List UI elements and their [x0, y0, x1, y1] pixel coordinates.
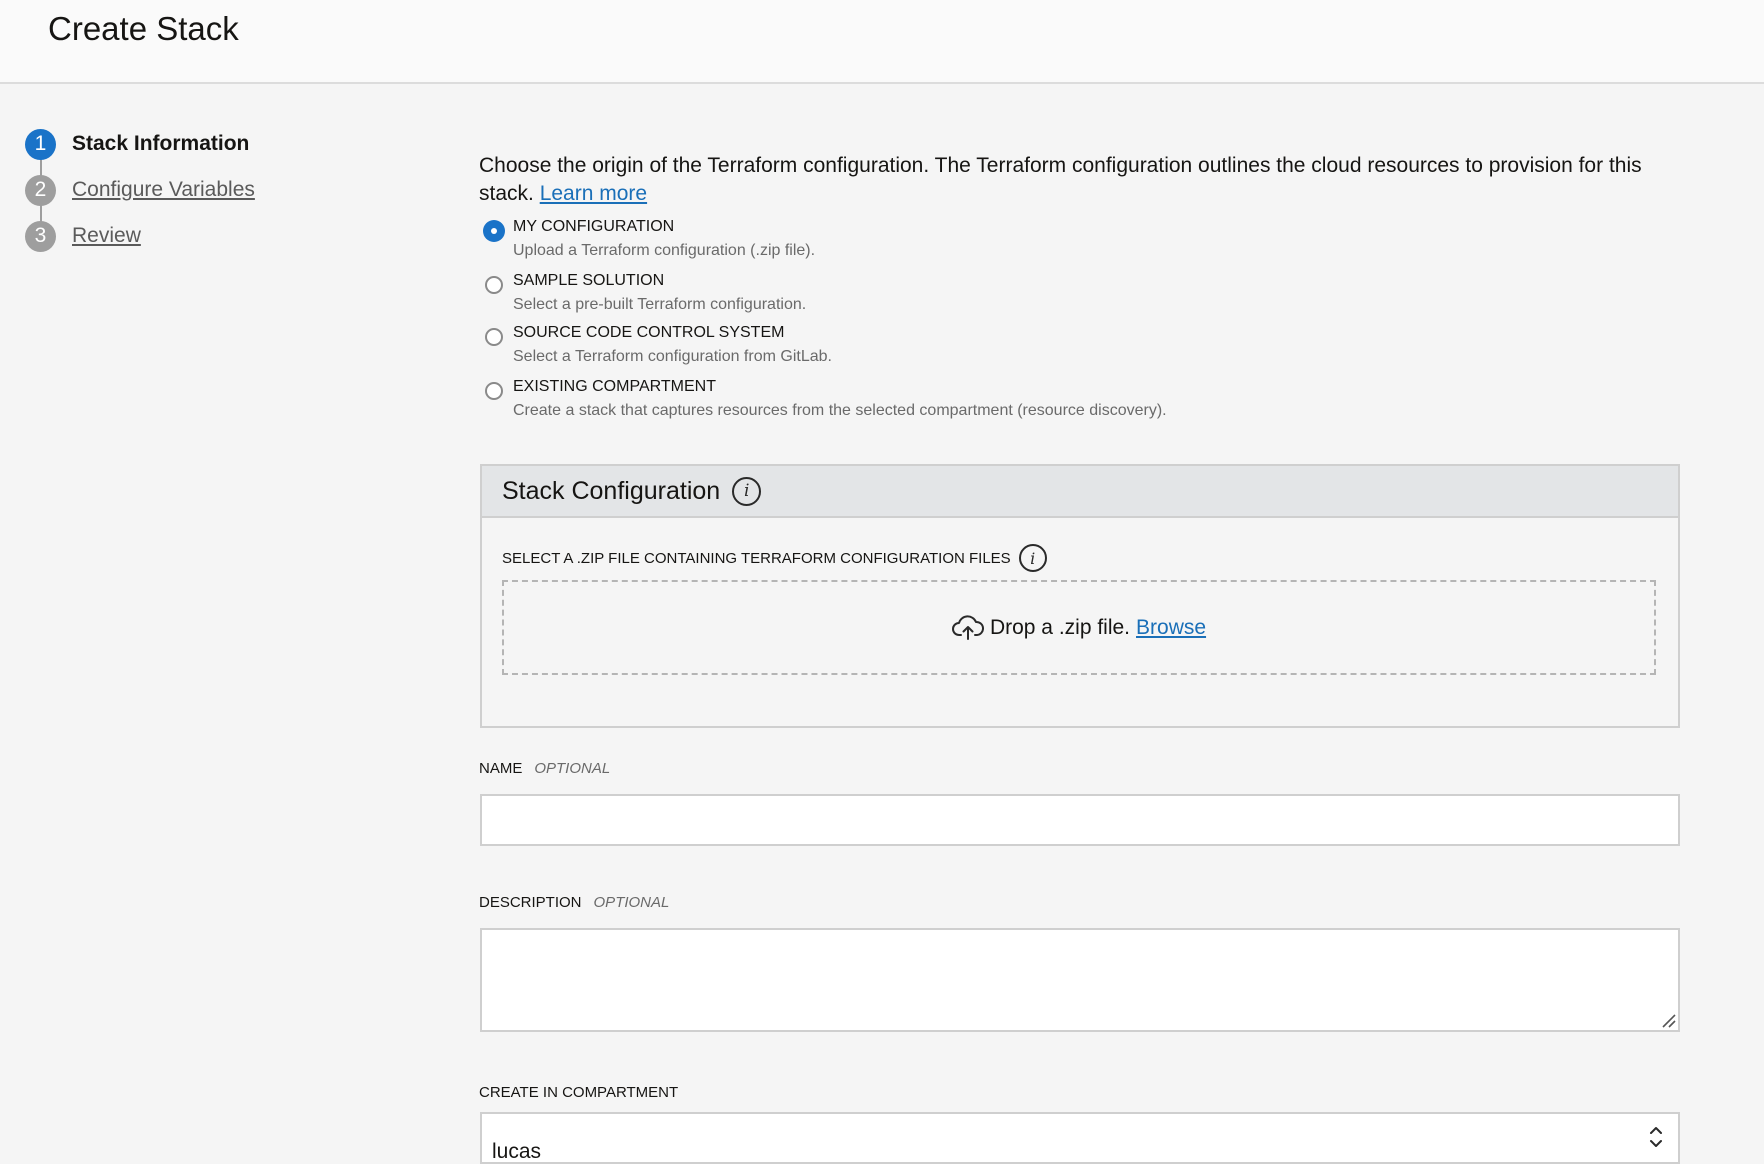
option-title: SAMPLE SOLUTION	[513, 272, 665, 289]
page-title: Create Stack	[48, 10, 239, 47]
optional-tag: OPTIONAL	[534, 760, 611, 777]
option-description: Select a Terraform configuration from Gi…	[513, 348, 832, 365]
option-description: Select a pre-built Terraform configurati…	[513, 296, 807, 313]
step-number-3: 3	[25, 220, 56, 252]
step-number-2: 2	[25, 174, 56, 206]
description-textarea[interactable]	[480, 928, 1680, 1032]
main-content: Choose the origin of the Terraform confi…	[479, 152, 1680, 1164]
radio-button[interactable]	[485, 276, 503, 294]
intro-text: Choose the origin of the Terraform confi…	[479, 152, 1679, 208]
info-icon[interactable]: i	[732, 476, 762, 506]
step-stack-information[interactable]: 1 Stack Information	[25, 128, 249, 160]
page-header: Create Stack	[0, 0, 1764, 84]
zip-label-text: SELECT A .ZIP FILE CONTAINING TERRAFORM …	[502, 549, 1011, 567]
panel-header: Stack Configuration i	[482, 466, 1678, 518]
zip-dropzone[interactable]: Drop a .zip file. Browse	[502, 580, 1656, 675]
option-title: SOURCE CODE CONTROL SYSTEM	[513, 324, 785, 341]
option-title: MY CONFIGURATION	[513, 218, 675, 235]
radio-button[interactable]	[485, 328, 503, 346]
resize-handle-icon[interactable]	[1660, 1012, 1676, 1028]
compartment-label: CREATE IN COMPARTMENT	[479, 1084, 679, 1101]
step-label[interactable]: Configure Variables	[72, 178, 255, 202]
zip-file-label: SELECT A .ZIP FILE CONTAINING TERRAFORM …	[502, 544, 1047, 572]
cloud-upload-icon	[951, 614, 984, 640]
optional-tag: OPTIONAL	[593, 894, 670, 911]
name-label: NAME OPTIONAL	[479, 760, 610, 777]
panel-title: Stack Configuration	[502, 476, 721, 505]
compartment-select[interactable]: lucas	[480, 1112, 1680, 1164]
chevron-up-down-icon	[1650, 1127, 1662, 1147]
step-number-1: 1	[25, 128, 56, 160]
description-label-text: DESCRIPTION	[479, 894, 582, 911]
radio-button[interactable]	[483, 220, 505, 242]
browse-link[interactable]: Browse	[1136, 616, 1206, 640]
radio-button[interactable]	[485, 382, 503, 400]
learn-more-link[interactable]: Learn more	[540, 182, 647, 205]
info-icon[interactable]: i	[1018, 544, 1047, 572]
name-label-text: NAME	[479, 760, 523, 777]
step-configure-variables[interactable]: 2 Configure Variables	[25, 174, 255, 206]
step-label: Stack Information	[72, 132, 250, 155]
drop-text: Drop a .zip file.	[989, 615, 1131, 639]
compartment-value: lucas	[492, 1140, 542, 1163]
name-input[interactable]	[480, 794, 1680, 846]
option-title: EXISTING COMPARTMENT	[513, 378, 716, 395]
description-label: DESCRIPTION OPTIONAL	[479, 894, 669, 911]
option-description: Upload a Terraform configuration (.zip f…	[513, 242, 816, 259]
intro-description: Choose the origin of the Terraform confi…	[479, 154, 1642, 205]
step-review[interactable]: 3 Review	[25, 220, 141, 252]
option-description: Create a stack that captures resources f…	[513, 402, 1167, 419]
step-label[interactable]: Review	[72, 224, 141, 248]
stack-configuration-panel: Stack Configuration i SELECT A .ZIP FILE…	[480, 464, 1680, 728]
